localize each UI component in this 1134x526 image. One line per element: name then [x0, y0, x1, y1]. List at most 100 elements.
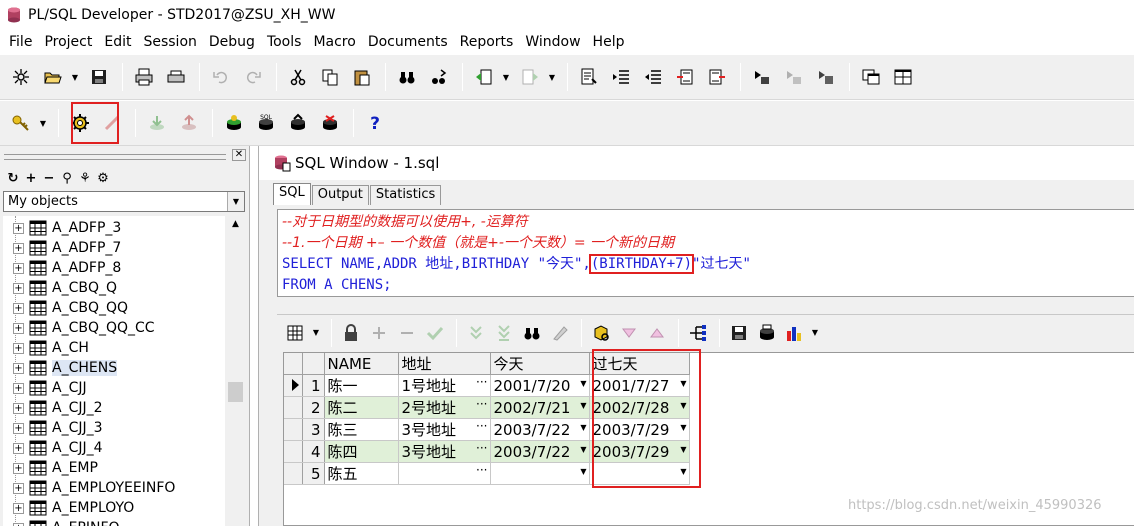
- disconnect-button[interactable]: [315, 108, 345, 138]
- tab-statistics[interactable]: Statistics: [369, 185, 442, 205]
- tree-item[interactable]: + A_CBQ_QQ: [11, 298, 128, 318]
- expand-plus-icon[interactable]: +: [13, 362, 24, 374]
- cell-name[interactable]: 陈五: [324, 462, 399, 485]
- back-dropdown-arrow[interactable]: ▼: [501, 62, 511, 92]
- scroll-up-icon[interactable]: ▲: [226, 216, 245, 233]
- post-changes-button[interactable]: [422, 318, 448, 348]
- fetch-last-button[interactable]: [491, 318, 517, 348]
- new-button[interactable]: [6, 62, 36, 92]
- cell-today[interactable]: ▼: [490, 462, 590, 485]
- cell-name[interactable]: 陈一: [324, 374, 399, 397]
- col-header-addr[interactable]: 地址: [398, 353, 491, 375]
- tab-output[interactable]: Output: [311, 185, 369, 205]
- grid-select-button[interactable]: [283, 318, 309, 348]
- ellipsis-icon[interactable]: ···: [476, 375, 487, 389]
- delete-record-button[interactable]: [394, 318, 420, 348]
- indent-button[interactable]: [606, 62, 636, 92]
- ellipsis-icon[interactable]: ···: [476, 441, 487, 455]
- forward-button[interactable]: [515, 62, 545, 92]
- insert-record-button[interactable]: [366, 318, 392, 348]
- replace-button[interactable]: [424, 62, 454, 92]
- query-by-example-button[interactable]: [588, 318, 614, 348]
- cell-today[interactable]: 2002/7/21 ▼: [490, 396, 590, 419]
- expand-plus-icon[interactable]: +: [13, 402, 24, 414]
- chevron-down-icon[interactable]: ▼: [227, 192, 244, 211]
- comment-button[interactable]: [670, 62, 700, 92]
- tree-item[interactable]: + A_EMP: [11, 458, 98, 478]
- logon-button[interactable]: [6, 108, 36, 138]
- chevron-down-icon[interactable]: ▼: [580, 467, 586, 476]
- copy-button[interactable]: [315, 62, 345, 92]
- next-row-button[interactable]: [644, 318, 670, 348]
- cell-name[interactable]: 陈三: [324, 418, 399, 441]
- menu-reports[interactable]: Reports: [455, 34, 521, 50]
- fetch-next-button[interactable]: [463, 318, 489, 348]
- col-header-today[interactable]: 今天: [490, 353, 590, 375]
- sql-window-button[interactable]: SQL: [251, 108, 281, 138]
- chevron-down-icon[interactable]: ▼: [580, 445, 586, 454]
- sql-trace-button[interactable]: [219, 108, 249, 138]
- forward-dropdown-arrow[interactable]: ▼: [547, 62, 557, 92]
- expand-plus-icon[interactable]: +: [13, 462, 24, 474]
- menu-edit[interactable]: Edit: [99, 34, 138, 50]
- expand-plus-icon[interactable]: +: [13, 382, 24, 394]
- expand-plus-icon[interactable]: +: [13, 242, 24, 254]
- ellipsis-icon[interactable]: ···: [476, 463, 487, 477]
- chevron-down-icon[interactable]: ▼: [580, 401, 586, 410]
- plus-icon[interactable]: +: [22, 171, 40, 186]
- logon-dropdown-arrow[interactable]: ▼: [38, 108, 48, 138]
- cell-addr[interactable]: 1号地址 ···: [398, 374, 491, 397]
- menu-project[interactable]: Project: [39, 34, 99, 50]
- expand-plus-icon[interactable]: +: [13, 422, 24, 434]
- back-button[interactable]: [469, 62, 499, 92]
- minus-icon[interactable]: −: [40, 171, 58, 186]
- ellipsis-icon[interactable]: ···: [476, 397, 487, 411]
- tree-item[interactable]: + A_EMPLOYO: [11, 498, 134, 518]
- expand-plus-icon[interactable]: +: [13, 342, 24, 354]
- clear-button[interactable]: [547, 318, 573, 348]
- chevron-down-icon[interactable]: ▼: [580, 379, 586, 388]
- tree-item[interactable]: + A_CH: [11, 338, 89, 358]
- tree-item[interactable]: + A_CHENS: [11, 358, 118, 378]
- expand-plus-icon[interactable]: +: [13, 482, 24, 494]
- previous-row-button[interactable]: [616, 318, 642, 348]
- cell-name[interactable]: 陈四: [324, 440, 399, 463]
- cell-addr[interactable]: ···: [398, 462, 491, 485]
- ellipsis-icon[interactable]: ···: [476, 419, 487, 433]
- expand-plus-icon[interactable]: +: [13, 262, 24, 274]
- export-data-button[interactable]: [754, 318, 780, 348]
- execute-button[interactable]: [747, 62, 777, 92]
- execute-disabled-button[interactable]: [779, 62, 809, 92]
- cell-today[interactable]: 2003/7/22 ▼: [490, 440, 590, 463]
- windows-list-button[interactable]: [856, 62, 886, 92]
- grid-dropdown-arrow[interactable]: ▼: [311, 318, 321, 348]
- undo-button[interactable]: [206, 62, 236, 92]
- cell-addr[interactable]: 3号地址 ···: [398, 418, 491, 441]
- help-button[interactable]: ?: [360, 108, 390, 138]
- menu-file[interactable]: File: [4, 34, 39, 50]
- single-record-view-button[interactable]: [685, 318, 711, 348]
- cell-addr[interactable]: 3号地址 ···: [398, 440, 491, 463]
- open-dropdown-arrow[interactable]: ▼: [70, 62, 80, 92]
- expand-plus-icon[interactable]: +: [13, 502, 24, 514]
- tree-item[interactable]: + A_EPINFO: [11, 518, 120, 526]
- tree-item[interactable]: + A_CJJ_3: [11, 418, 103, 438]
- chevron-down-icon[interactable]: ▼: [580, 423, 586, 432]
- tree-item[interactable]: + A_CBQ_Q: [11, 278, 117, 298]
- expand-plus-icon[interactable]: +: [13, 302, 24, 314]
- expand-plus-icon[interactable]: +: [13, 522, 24, 526]
- expand-plus-icon[interactable]: +: [13, 222, 24, 234]
- menu-tools[interactable]: Tools: [262, 34, 309, 50]
- tree-item[interactable]: + A_CBQ_QQ_CC: [11, 318, 155, 338]
- chart-button[interactable]: [782, 318, 808, 348]
- redo-button[interactable]: [238, 62, 268, 92]
- menu-documents[interactable]: Documents: [363, 34, 455, 50]
- expand-plus-icon[interactable]: +: [13, 322, 24, 334]
- col-header-name[interactable]: NAME: [324, 353, 399, 375]
- explain-plan-button[interactable]: [811, 62, 841, 92]
- expand-plus-icon[interactable]: +: [13, 442, 24, 454]
- tab-sql[interactable]: SQL: [273, 183, 311, 205]
- chart-dropdown-arrow[interactable]: ▼: [810, 318, 820, 348]
- print-setup-button[interactable]: [161, 62, 191, 92]
- print-button[interactable]: [129, 62, 159, 92]
